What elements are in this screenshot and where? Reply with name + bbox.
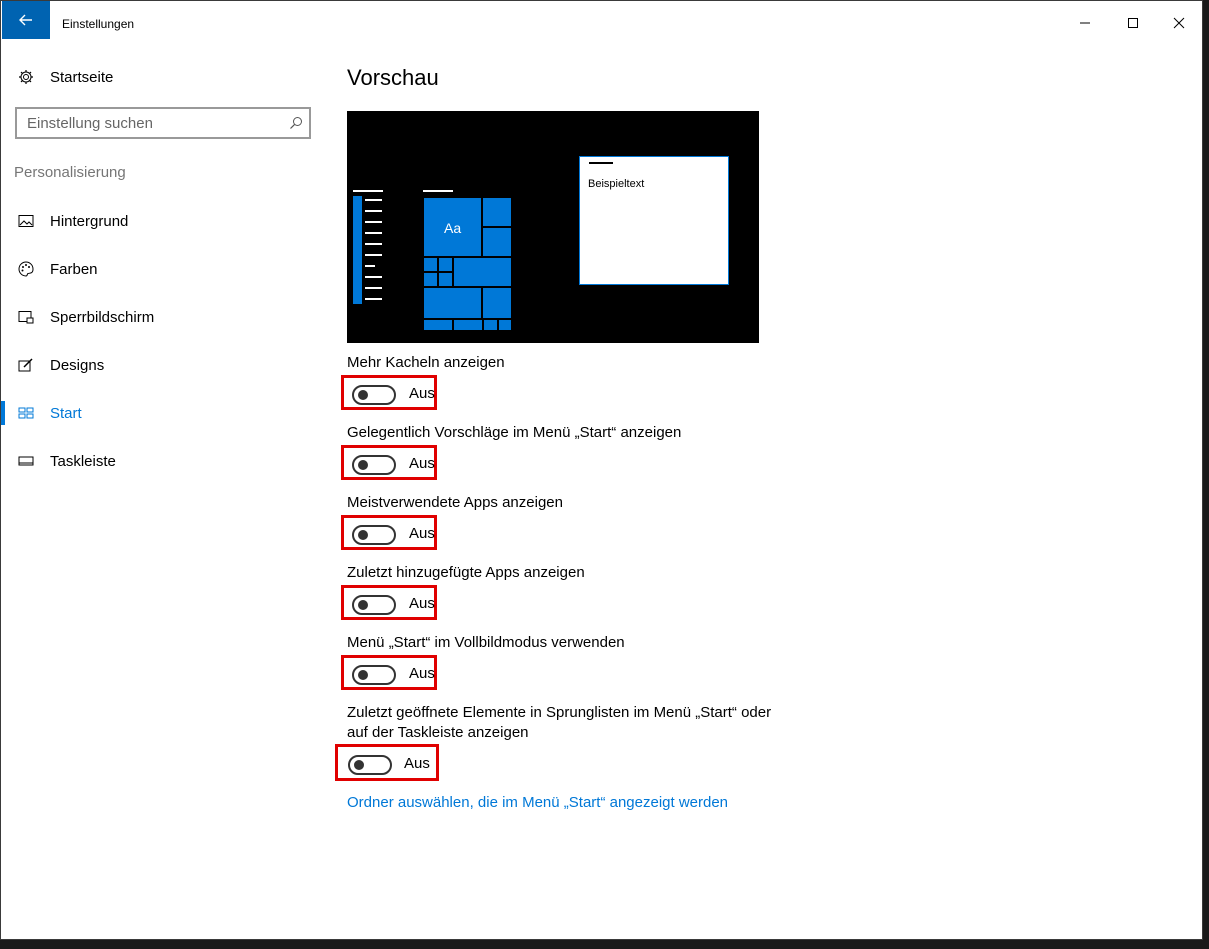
sidebar-item-label: Taskleiste bbox=[50, 452, 116, 470]
page-title: Vorschau bbox=[347, 65, 439, 90]
sidebar-item-taskleiste[interactable]: Taskleiste bbox=[17, 448, 116, 474]
toggle-knob bbox=[358, 670, 368, 680]
highlight-box: Aus bbox=[335, 744, 439, 781]
toggle-knob bbox=[358, 460, 368, 470]
toggle-most-used[interactable] bbox=[352, 525, 396, 545]
back-button[interactable] bbox=[2, 1, 50, 39]
highlight-box: Aus bbox=[341, 515, 437, 550]
search-placeholder: Einstellung suchen bbox=[27, 114, 153, 132]
toggle-fullscreen[interactable] bbox=[352, 665, 396, 685]
sidebar-home-label: Startseite bbox=[50, 68, 114, 86]
toggle-jump-lists[interactable] bbox=[348, 755, 392, 775]
close-icon bbox=[1173, 17, 1185, 29]
sidebar-home-link[interactable]: Startseite bbox=[17, 65, 113, 89]
toggle-state-label: Aus bbox=[409, 595, 435, 612]
search-icon[interactable] bbox=[289, 116, 303, 130]
sidebar-item-hintergrund[interactable]: Hintergrund bbox=[17, 208, 128, 234]
toggle-state-label: Aus bbox=[409, 385, 435, 402]
search-input[interactable]: Einstellung suchen bbox=[15, 107, 311, 139]
picture-icon bbox=[17, 212, 35, 230]
sidebar-item-designs[interactable]: Designs bbox=[17, 352, 104, 378]
maximize-icon bbox=[1128, 18, 1138, 28]
sidebar-section-label: Personalisierung bbox=[14, 164, 126, 181]
active-indicator bbox=[1, 401, 5, 425]
setting-label-fullscreen: Menü „Start“ im Vollbildmodus verwenden bbox=[347, 634, 625, 651]
back-arrow-icon bbox=[19, 14, 32, 26]
start-icon bbox=[17, 404, 35, 422]
taskbar-icon bbox=[17, 452, 35, 470]
setting-label-most-used: Meistverwendete Apps anzeigen bbox=[347, 494, 563, 511]
toggle-recently-added[interactable] bbox=[352, 595, 396, 615]
preview-tile-text: Aa bbox=[444, 220, 462, 236]
lock-screen-icon bbox=[17, 308, 35, 326]
choose-folders-link[interactable]: Ordner auswählen, die im Menü „Start“ an… bbox=[347, 794, 728, 811]
preview-sample-window: Beispieltext bbox=[579, 156, 729, 285]
sidebar-item-label: Farben bbox=[50, 260, 98, 278]
setting-label-line-1: Zuletzt geöffnete Elemente in Sprunglist… bbox=[347, 704, 772, 721]
settings-window: Einstellungen Startseite Einstellung suc… bbox=[0, 0, 1203, 940]
window-title: Einstellungen bbox=[62, 17, 135, 31]
palette-icon bbox=[17, 260, 35, 278]
minimize-icon bbox=[1080, 22, 1090, 24]
close-button[interactable] bbox=[1156, 1, 1202, 45]
setting-label-suggestions: Gelegentlich Vorschläge im Menü „Start“ … bbox=[347, 424, 682, 441]
title-bar: Einstellungen bbox=[1, 1, 1202, 47]
toggle-knob bbox=[354, 760, 364, 770]
toggle-knob bbox=[358, 390, 368, 400]
setting-label-more-tiles: Mehr Kacheln anzeigen bbox=[347, 354, 505, 371]
toggle-knob bbox=[358, 530, 368, 540]
start-menu-preview: Aa Beispieltext bbox=[347, 111, 759, 343]
setting-label-recently-added: Zuletzt hinzugefügte Apps anzeigen bbox=[347, 564, 585, 581]
highlight-box: Aus bbox=[341, 445, 437, 480]
gear-icon bbox=[17, 68, 35, 86]
toggle-state-label: Aus bbox=[404, 755, 430, 772]
highlight-box: Aus bbox=[341, 655, 437, 690]
toggle-state-label: Aus bbox=[409, 665, 435, 682]
toggle-knob bbox=[358, 600, 368, 610]
toggle-state-label: Aus bbox=[409, 525, 435, 542]
highlight-box: Aus bbox=[341, 585, 437, 620]
setting-label-jump-lists: Zuletzt geöffnete Elemente in Sprunglist… bbox=[347, 703, 771, 743]
minimize-button[interactable] bbox=[1062, 1, 1108, 45]
sidebar-item-label: Start bbox=[50, 404, 82, 422]
toggle-more-tiles[interactable] bbox=[352, 385, 396, 405]
setting-label-line-2: auf der Taskleiste anzeigen bbox=[347, 724, 529, 741]
sidebar-item-sperrbildschirm[interactable]: Sperrbildschirm bbox=[17, 304, 154, 330]
highlight-box: Aus bbox=[341, 375, 437, 410]
toggle-state-label: Aus bbox=[409, 455, 435, 472]
sidebar-item-farben[interactable]: Farben bbox=[17, 256, 98, 282]
brush-icon bbox=[17, 356, 35, 374]
toggle-suggestions[interactable] bbox=[352, 455, 396, 475]
sidebar-item-label: Hintergrund bbox=[50, 212, 129, 230]
sidebar-item-start[interactable]: Start bbox=[17, 400, 82, 426]
sidebar-item-label: Sperrbildschirm bbox=[50, 308, 155, 326]
maximize-button[interactable] bbox=[1110, 1, 1156, 45]
sidebar-item-label: Designs bbox=[50, 356, 105, 374]
preview-sample-text: Beispieltext bbox=[588, 178, 645, 190]
